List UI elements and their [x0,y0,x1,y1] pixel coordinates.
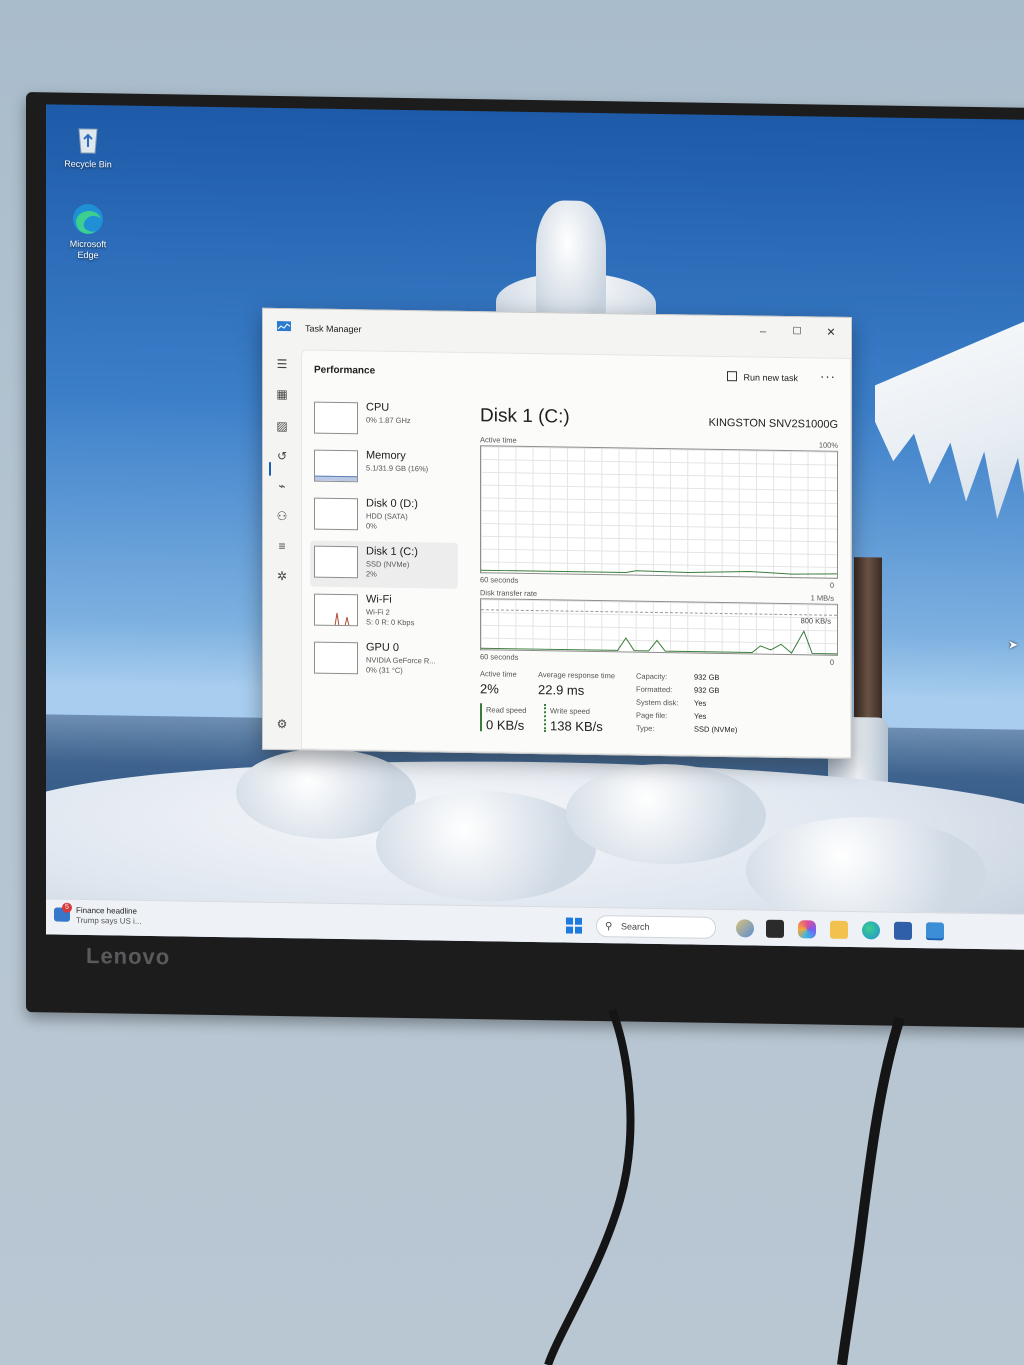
monitor-cables [544,1008,905,1365]
